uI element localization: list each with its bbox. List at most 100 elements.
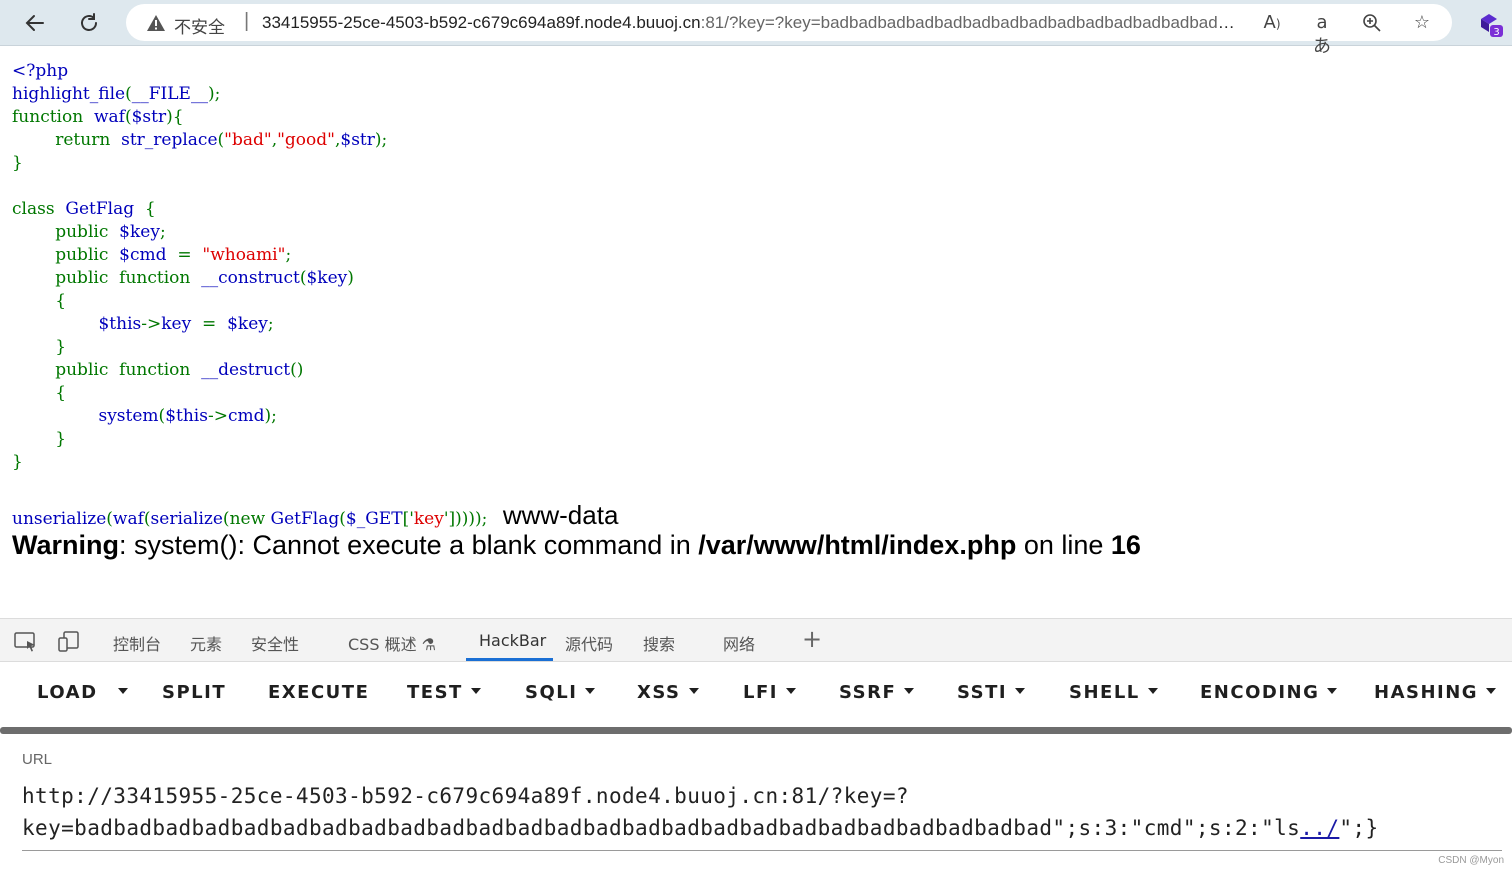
sqli-menu-label: SQLI (525, 682, 578, 703)
load-dropdown-icon[interactable] (118, 682, 128, 703)
code-line: public $key; (12, 221, 387, 244)
tab-network[interactable]: 网络 (723, 631, 755, 655)
tab-elements[interactable]: 元素 (190, 631, 222, 655)
code-token: ; (267, 314, 274, 334)
code-token: [' (402, 509, 414, 529)
ssti-menu-label: SSTI (957, 682, 1008, 703)
code-token: return (12, 130, 122, 150)
url-field-label: URL (22, 751, 53, 768)
security-label[interactable]: 不安全 (174, 13, 225, 38)
warning-icon[interactable] (146, 13, 166, 33)
split-button[interactable]: SPLIT (162, 682, 226, 703)
code-token: ); (264, 406, 277, 426)
warning-label: Warning (12, 530, 119, 560)
back-icon[interactable] (18, 6, 52, 40)
code-token: waf (112, 509, 144, 529)
code-token: '])))); (443, 509, 493, 529)
code-line: } (12, 336, 387, 359)
code-token: waf (93, 107, 125, 127)
add-tab-icon[interactable]: + (802, 625, 822, 653)
execute-button[interactable]: EXECUTE (268, 682, 369, 703)
tab-css-overview[interactable]: CSS 概述 ⚗ (348, 631, 436, 655)
sqli-menu[interactable]: SQLI (525, 682, 596, 703)
shell-menu-label: SHELL (1069, 682, 1140, 703)
xss-menu[interactable]: XSS (637, 682, 699, 703)
unserialize-code: unserialize(waf(serialize(new GetFlag($_… (12, 509, 493, 529)
ssrf-menu[interactable]: SSRF (839, 682, 915, 703)
code-token: public (12, 222, 120, 242)
code-token: cmd (227, 406, 265, 426)
code-token: highlight_file (12, 84, 126, 104)
address-bar[interactable]: 不安全 | 33415955-25ce-4503-b592-c679c694a8… (126, 4, 1452, 57)
code-token: ( (125, 84, 132, 104)
url-line-2a: key=badbadbadbadbadbadbadbadbadbadbadbad… (22, 816, 1301, 840)
code-token: { (144, 199, 156, 219)
load-button[interactable]: LOAD (37, 682, 98, 703)
devtools-tab-strip: 控制台 元素 安全性 CSS 概述 ⚗ HackBar 源代码 搜索 网络 + (0, 618, 1512, 662)
chevron-down-icon (1147, 688, 1158, 694)
tab-console[interactable]: 控制台 (113, 631, 161, 655)
code-token: $this (98, 314, 142, 334)
code-token: $cmd (119, 245, 178, 265)
code-token: = (177, 245, 203, 265)
tab-search[interactable]: 搜索 (643, 631, 675, 655)
tab-security[interactable]: 安全性 (251, 631, 299, 655)
code-token: function (12, 107, 94, 127)
php-source: <?php highlight_file(__FILE__); function w… (12, 60, 387, 497)
code-token: ){ (166, 107, 184, 127)
inspect-element-icon[interactable] (14, 631, 38, 653)
zoom-icon[interactable] (1360, 11, 1384, 35)
code-token: ); (207, 84, 221, 104)
code-token: "bad" (224, 130, 272, 150)
lfi-menu[interactable]: LFI (743, 682, 796, 703)
tab-hackbar[interactable]: HackBar (479, 631, 546, 650)
code-token: ; (285, 245, 292, 265)
url-host: 33415955-25ce-4503-b592-c679c694a89f.nod… (262, 13, 701, 32)
warning-path: /var/www/html/index.php (698, 530, 1017, 560)
code-token: class (12, 199, 66, 219)
url-input-underline (22, 850, 1502, 851)
hackbar-divider[interactable] (0, 727, 1512, 734)
url-input[interactable]: http://33415955-25ce-4503-b592-c679c694a… (22, 780, 1502, 844)
refresh-icon[interactable] (72, 6, 106, 40)
url-line-2b: ";} (1339, 816, 1379, 840)
test-menu[interactable]: TEST (407, 682, 481, 703)
ssti-menu[interactable]: SSTI (957, 682, 1026, 703)
device-emulation-icon[interactable] (57, 631, 81, 653)
code-token: ( (222, 509, 230, 529)
extension-badge: 3 (1493, 27, 1499, 38)
address-separator: | (244, 10, 250, 32)
code-line: public $cmd = "whoami"; (12, 244, 387, 267)
code-token: public function (12, 268, 202, 288)
code-token: $key (119, 222, 160, 242)
shell-menu[interactable]: SHELL (1069, 682, 1158, 703)
code-token: <?php (12, 61, 69, 81)
address-url[interactable]: 33415955-25ce-4503-b592-c679c694a89f.nod… (262, 13, 1242, 33)
code-line: highlight_file(__FILE__); (12, 83, 387, 106)
code-line: { (12, 290, 387, 313)
tab-sources[interactable]: 源代码 (565, 631, 613, 655)
browser-toolbar: 不安全 | 33415955-25ce-4503-b592-c679c694a8… (0, 0, 1512, 57)
read-aloud-icon[interactable]: A) (1260, 11, 1284, 35)
url-line-1: http://33415955-25ce-4503-b592-c679c694a… (22, 784, 909, 808)
code-token: } (12, 337, 67, 357)
code-token: key (413, 509, 444, 529)
code-token: -> (207, 406, 228, 426)
warning-line-number: 16 (1110, 530, 1141, 560)
extension-icon[interactable]: 3 (1478, 10, 1504, 38)
favorite-star-icon[interactable]: ☆ (1410, 11, 1434, 35)
translate-icon[interactable]: aあ (1310, 11, 1334, 57)
code-token: "good" (277, 130, 335, 150)
encoding-menu[interactable]: ENCODING (1200, 682, 1338, 703)
code-token: __FILE__ (131, 84, 208, 104)
code-token: ; (159, 222, 166, 242)
warning-on-line: on line (1016, 530, 1111, 560)
code-line: public function __construct($key) (12, 267, 387, 290)
flask-icon: ⚗ (421, 635, 437, 654)
code-token: unserialize (12, 509, 107, 529)
hashing-menu[interactable]: HASHING (1374, 682, 1497, 703)
